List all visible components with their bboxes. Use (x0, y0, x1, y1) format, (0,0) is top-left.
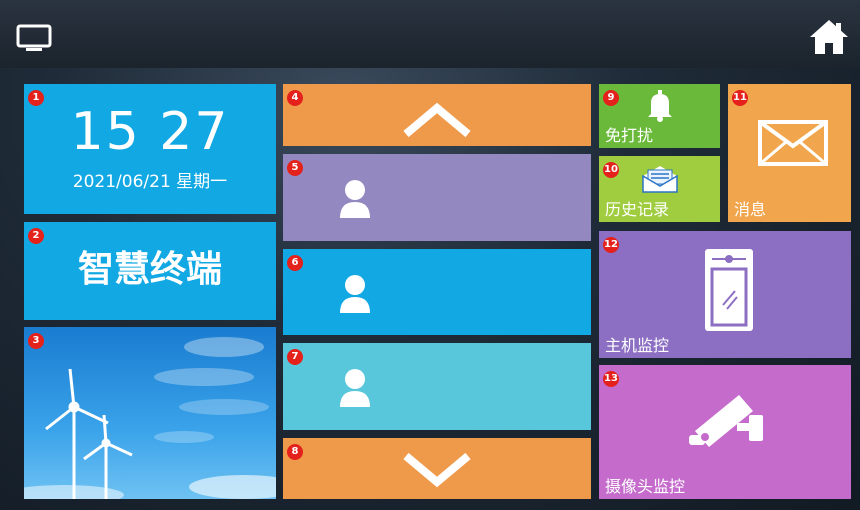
camera-monitor-label: 摄像头监控 (605, 477, 686, 496)
tile-number-badge: 10 (603, 162, 619, 178)
tile-number-badge: 2 (28, 228, 44, 244)
tile-number-badge: 12 (603, 237, 619, 253)
scroll-down-button[interactable]: 8 (283, 438, 591, 499)
tile-number-badge: 5 (287, 160, 303, 176)
contact-tile-2[interactable]: 6 (283, 249, 591, 335)
tile-number-badge: 7 (287, 349, 303, 365)
history-tile[interactable]: 10 历史记录 (599, 156, 720, 222)
door-panel-icon (705, 249, 753, 331)
chevron-up-icon (403, 102, 471, 138)
monitor-icon[interactable] (16, 24, 52, 54)
tile-number-badge: 3 (28, 333, 44, 349)
weather-scene-tile[interactable]: 3 (24, 327, 276, 499)
clock-time: 15 27 (70, 102, 230, 162)
host-monitor-tile[interactable]: 12 主机监控 (599, 231, 851, 358)
tile-number-badge: 11 (732, 90, 748, 106)
tile-number-badge: 9 (603, 90, 619, 106)
host-monitor-label: 主机监控 (605, 336, 670, 355)
user-icon (340, 369, 370, 407)
top-bar (0, 0, 860, 68)
user-icon (340, 180, 370, 218)
history-label: 历史记录 (605, 200, 670, 219)
brand-tile[interactable]: 2 智慧终端 (24, 222, 276, 320)
tile-number-badge: 8 (287, 444, 303, 460)
bell-icon (648, 90, 672, 122)
tile-number-badge: 4 (287, 90, 303, 106)
envelope-icon (758, 120, 828, 166)
user-icon (340, 275, 370, 313)
home-icon[interactable] (808, 16, 850, 58)
envelope-open-icon (642, 166, 678, 193)
message-label: 消息 (734, 200, 767, 219)
scroll-up-button[interactable]: 4 (283, 84, 591, 146)
brand-title: 智慧终端 (77, 249, 222, 290)
do-not-disturb-tile[interactable]: 9 免打扰 (599, 84, 720, 148)
clock-date: 2021/06/21 星期一 (72, 172, 228, 192)
message-tile[interactable]: 11 消息 (728, 84, 851, 222)
dnd-label: 免打扰 (605, 126, 654, 145)
chevron-down-icon (403, 452, 471, 488)
camera-monitor-tile[interactable]: 13 摄像头监控 (599, 365, 851, 499)
tile-number-badge: 13 (603, 371, 619, 387)
contact-tile-3[interactable]: 7 (283, 343, 591, 430)
smart-terminal-screen: 1 15 27 2021/06/21 星期一 2 智慧终端 3 4 5 6 7 … (0, 0, 860, 510)
tile-number-badge: 6 (287, 255, 303, 271)
clock-tile[interactable]: 1 15 27 2021/06/21 星期一 (24, 84, 276, 214)
cctv-camera-icon (689, 395, 763, 447)
wind-turbine-scene (24, 337, 276, 499)
contact-tile-1[interactable]: 5 (283, 154, 591, 241)
